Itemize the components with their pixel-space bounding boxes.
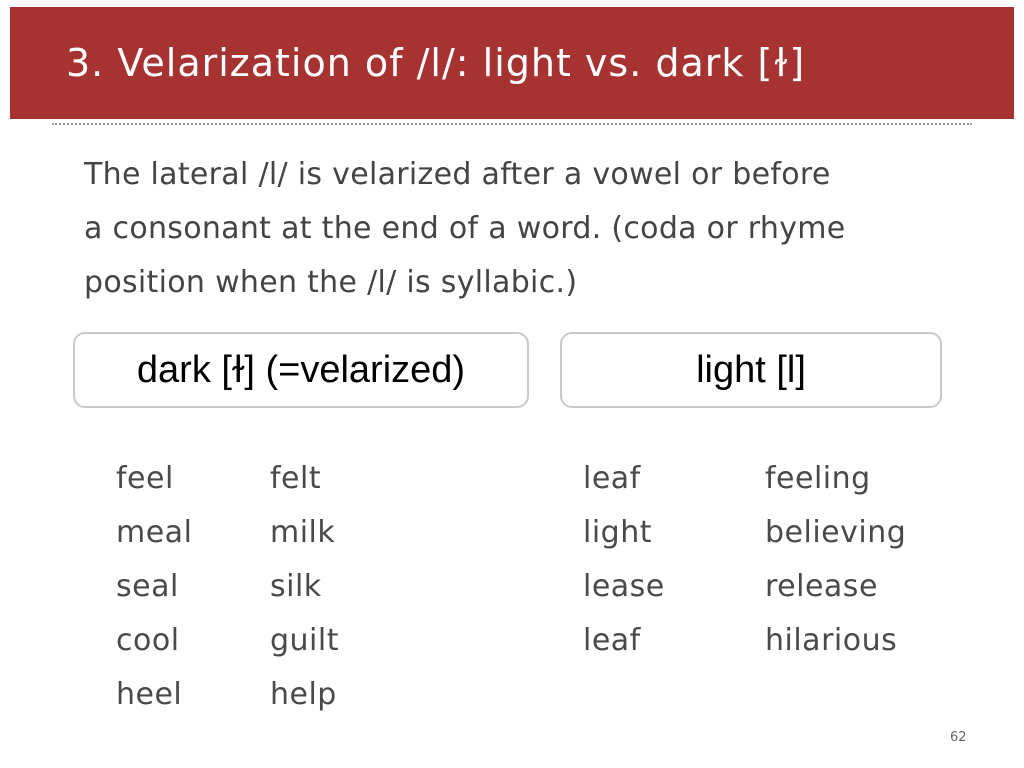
slide-title: 3. Velarization of /l/: light vs. dark [… — [66, 41, 806, 85]
light-l-heading-box: light [l] — [560, 332, 942, 408]
word-item: meal — [116, 515, 193, 550]
dark-l-heading-box: dark [ɫ] (=velarized) — [73, 332, 529, 408]
word-item: leaf — [583, 461, 641, 496]
word-item: heel — [116, 677, 183, 712]
word-item: lease — [583, 569, 665, 604]
word-item: feeling — [765, 461, 871, 496]
word-item: cool — [116, 623, 180, 658]
word-item: leaf — [583, 623, 641, 658]
word-item: hilarious — [765, 623, 898, 658]
word-item: feel — [116, 461, 174, 496]
word-item: light — [583, 515, 652, 550]
word-item: guilt — [270, 623, 339, 658]
light-words-column-2: feeling believing release hilarious — [765, 452, 906, 668]
word-item: believing — [765, 515, 907, 550]
title-bar: 3. Velarization of /l/: light vs. dark [… — [10, 7, 1014, 119]
intro-line: The lateral /l/ is velarized after a vow… — [84, 157, 831, 192]
intro-line: a consonant at the end of a word. (coda … — [84, 211, 846, 246]
light-words-column-1: leaf light lease leaf — [583, 452, 665, 668]
dark-words-column-1: feel meal seal cool heel — [116, 452, 192, 722]
intro-line: position when the /l/ is syllabic.) — [84, 265, 578, 300]
dark-words-column-2: felt milk silk guilt help — [270, 452, 339, 722]
word-item: felt — [270, 461, 322, 496]
dotted-divider — [52, 123, 972, 125]
word-item: release — [765, 569, 878, 604]
intro-paragraph: The lateral /l/ is velarized after a vow… — [84, 148, 964, 310]
word-item: seal — [116, 569, 179, 604]
page-number: 62 — [950, 730, 967, 745]
word-item: help — [270, 677, 337, 712]
word-item: silk — [270, 569, 322, 604]
word-item: milk — [270, 515, 336, 550]
